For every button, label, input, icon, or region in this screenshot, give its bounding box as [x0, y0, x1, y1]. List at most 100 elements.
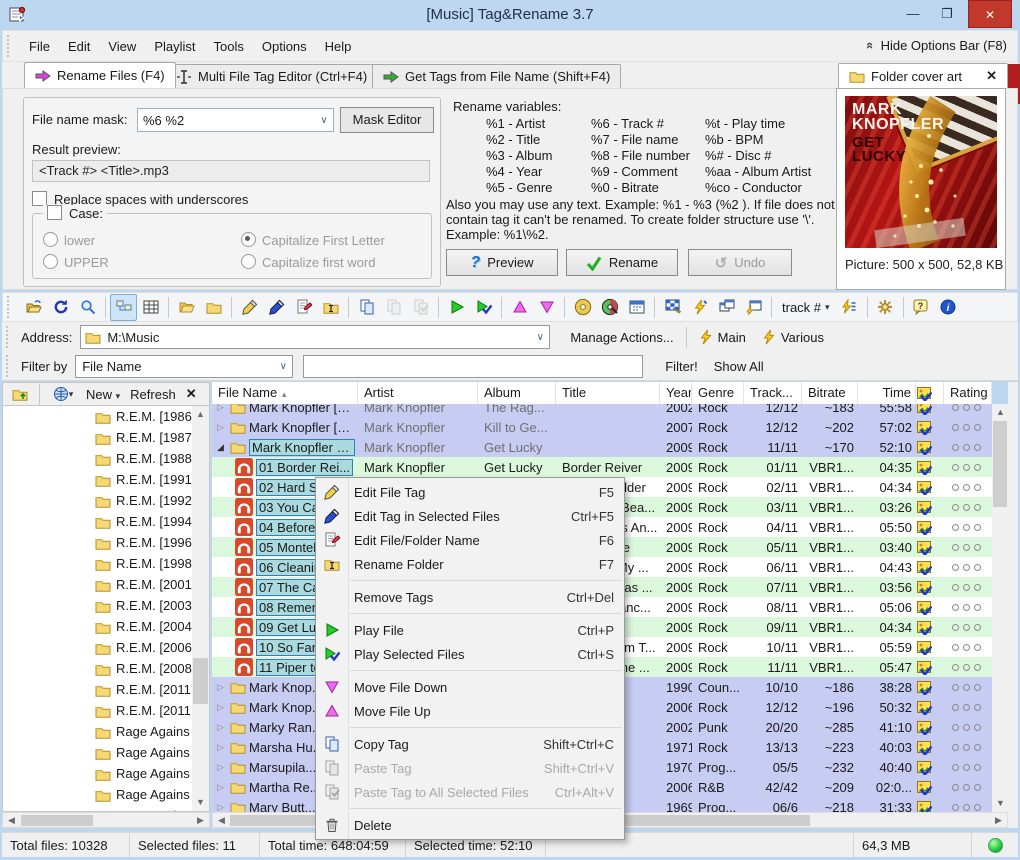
rating-cell[interactable] — [944, 784, 992, 791]
tree-item[interactable]: R.E.M. [2001 — [3, 574, 209, 595]
maximize-button[interactable]: ❐ — [932, 0, 962, 28]
file-name-cell[interactable]: Mark Knop... — [249, 700, 323, 715]
expand-arrow-icon[interactable]: ▷ — [214, 702, 227, 713]
main-actions-button[interactable]: Main — [691, 326, 754, 348]
details-grid-button[interactable] — [137, 294, 164, 321]
manage-actions-button[interactable]: Manage Actions... — [562, 327, 681, 348]
tree-item[interactable]: Rage Agains — [3, 805, 209, 812]
menu-help[interactable]: Help — [316, 35, 361, 58]
edit-tag-pen-button[interactable] — [236, 294, 263, 321]
rename-button[interactable]: Rename — [566, 249, 678, 276]
column-header-year[interactable]: Year — [660, 382, 692, 404]
tab-multi-file-tag-editor[interactable]: Multi File Tag Editor (Ctrl+F4) — [165, 64, 378, 88]
undo-button[interactable]: ↺ Undo — [688, 249, 792, 276]
show-all-button[interactable]: Show All — [706, 356, 772, 377]
tree-item[interactable]: R.E.M. [1996 — [3, 532, 209, 553]
context-menu-item-move-file-down[interactable]: Move File Down — [316, 675, 624, 699]
about-info-button[interactable]: i — [935, 294, 962, 321]
rating-cell[interactable] — [944, 664, 992, 671]
file-name-cell[interactable]: Mary Butt... — [249, 800, 315, 813]
tab-get-tags-from-file-name[interactable]: Get Tags from File Name (Shift+F4) — [372, 64, 621, 88]
address-combobox[interactable]: M:\Music ∨ — [80, 325, 550, 349]
expand-arrow-icon[interactable]: ▷ — [214, 422, 227, 433]
column-header-bitrate[interactable]: Bitrate — [802, 382, 858, 404]
new-folder-button[interactable]: New ▾ — [82, 385, 124, 404]
open-folder-button[interactable] — [20, 294, 47, 321]
tree-item[interactable]: Rage Agains — [3, 763, 209, 784]
context-menu-item-play-selected-files[interactable]: Play Selected FilesCtrl+S — [316, 642, 624, 666]
folder-new-button[interactable] — [200, 294, 227, 321]
hide-options-bar-button[interactable]: « Hide Options Bar (F8) — [867, 38, 1007, 53]
context-menu-item-play-file[interactable]: Play FileCtrl+P — [316, 618, 624, 642]
radio-upper[interactable]: UPPER — [43, 254, 109, 270]
scroll-left-arrow[interactable]: ◀ — [3, 813, 20, 827]
column-header-track-[interactable]: Track... — [744, 382, 802, 404]
column-header-artist[interactable]: Artist — [358, 382, 478, 404]
column-header-picture[interactable] — [916, 382, 944, 404]
rating-cell[interactable] — [944, 724, 992, 731]
rating-cell[interactable] — [944, 424, 992, 431]
cascade-windows-button[interactable] — [713, 294, 740, 321]
tree-item[interactable]: R.E.M. [1994 — [3, 511, 209, 532]
mask-combobox[interactable]: %6 %2 ∨ — [137, 108, 334, 132]
chevron-down-icon[interactable]: ∨ — [315, 115, 333, 126]
tree-item[interactable]: R.E.M. [1998 — [3, 553, 209, 574]
minimize-button[interactable]: — — [898, 0, 928, 28]
tree-horizontal-scrollbar[interactable]: ◀ ▶ — [2, 812, 210, 828]
menu-view[interactable]: View — [99, 35, 145, 58]
edit-file-name-button[interactable] — [290, 294, 317, 321]
expand-arrow-icon[interactable]: ▷ — [214, 762, 227, 773]
rating-cell[interactable] — [944, 644, 992, 651]
tree-item[interactable]: Rage Agains — [3, 721, 209, 742]
filter-text-input[interactable] — [303, 355, 643, 378]
tab-rename-files[interactable]: Rename Files (F4) — [24, 62, 176, 88]
track-row[interactable]: 01 Border Rei...Mark KnopflerGet LuckyBo… — [212, 457, 992, 477]
context-menu-item-delete[interactable]: Delete — [316, 813, 624, 837]
tree-item[interactable]: R.E.M. [1988 — [3, 448, 209, 469]
rating-cell[interactable] — [944, 584, 992, 591]
menu-file[interactable]: File — [20, 35, 59, 58]
scroll-right-arrow[interactable]: ▶ — [990, 813, 1007, 827]
tree-item[interactable]: Rage Agains — [3, 742, 209, 763]
rating-cell[interactable] — [944, 704, 992, 711]
tree-item[interactable]: R.E.M. [2011 — [3, 679, 209, 700]
column-header-time[interactable]: Time — [858, 382, 916, 404]
column-header-file-name[interactable]: File Name▲ — [212, 382, 358, 404]
rating-cell[interactable] — [944, 444, 992, 451]
menu-options[interactable]: Options — [253, 35, 316, 58]
track-number-dropdown[interactable]: track #▾ — [776, 298, 836, 317]
actions-flag-button[interactable] — [659, 294, 686, 321]
file-name-cell[interactable]: Marky Ran... — [249, 720, 323, 735]
folder-up-button[interactable] — [6, 381, 33, 408]
expand-arrow-icon[interactable]: ▷ — [214, 682, 227, 693]
rating-cell[interactable] — [944, 504, 992, 511]
scroll-down-arrow[interactable]: ▼ — [992, 795, 1009, 812]
file-name-cell[interactable]: 01 Border Rei... — [256, 459, 353, 476]
action-window-button[interactable] — [740, 294, 767, 321]
tree-item[interactable]: R.E.M. [2003 — [3, 595, 209, 616]
context-menu-item-edit-tag-in-selected-files[interactable]: Edit Tag in Selected FilesCtrl+F5 — [316, 504, 624, 528]
edit-tags-pen-blue-button[interactable] — [263, 294, 290, 321]
file-name-cell[interactable]: Mark Knop... — [249, 680, 323, 695]
move-file-up-button[interactable] — [506, 294, 533, 321]
file-name-cell[interactable]: Mark Knopfler [2... — [249, 439, 355, 456]
paste-tag-all-button[interactable] — [407, 294, 434, 321]
column-header-rating[interactable]: Rating — [944, 382, 992, 404]
rating-cell[interactable] — [944, 404, 992, 411]
quick-action-bolt-button[interactable] — [686, 294, 713, 321]
play-selected-button[interactable] — [470, 294, 497, 321]
tree-vertical-scrollbar[interactable]: ▲ ▼ — [192, 406, 209, 811]
menu-edit[interactable]: Edit — [59, 35, 99, 58]
expand-arrow-icon[interactable]: ▷ — [214, 722, 227, 733]
paste-tag-button[interactable] — [380, 294, 407, 321]
tab-folder-cover-art[interactable]: Folder cover art ✕ — [838, 63, 1008, 88]
radio-lower[interactable]: lower — [43, 232, 95, 248]
tree-item[interactable]: R.E.M. [1992 — [3, 490, 209, 511]
menu-tools[interactable]: Tools — [205, 35, 253, 58]
auto-number-bolt-button[interactable] — [836, 294, 863, 321]
filter-button[interactable]: Filter! — [657, 356, 706, 377]
mask-editor-button[interactable]: Mask Editor — [340, 107, 434, 133]
rating-cell[interactable] — [944, 804, 992, 811]
network-places-button[interactable]: ▾ — [46, 381, 80, 408]
expand-arrow-icon[interactable]: ▷ — [214, 404, 227, 413]
